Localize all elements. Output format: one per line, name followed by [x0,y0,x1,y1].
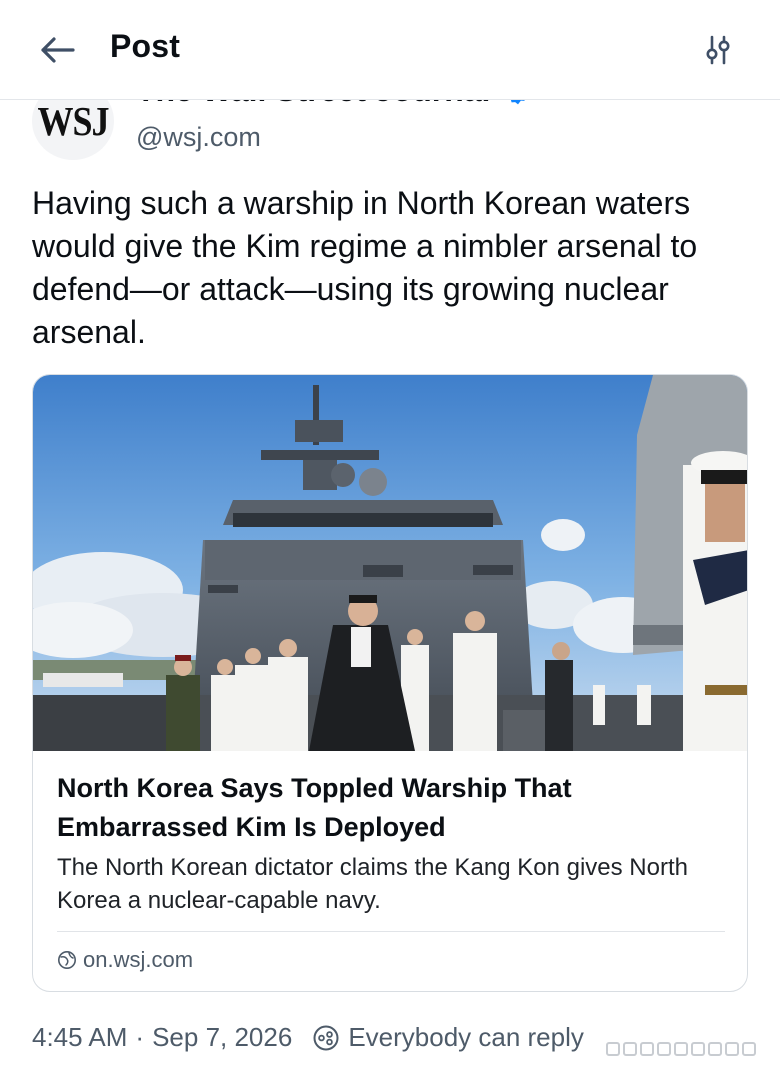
post-time: 4:45 AM [32,1022,128,1052]
sliders-icon [706,35,730,65]
author-handle[interactable]: @wsj.com [136,122,261,153]
post-date: Sep 7, 2026 [152,1022,293,1052]
avatar-logo-text: WSJ [37,98,109,144]
card-thumbnail-image[interactable] [33,375,747,751]
card-divider [57,931,725,932]
card-domain: on.wsj.com [83,947,194,972]
page-title: Post [110,28,181,64]
link-preview-card[interactable]: North Korea Says Toppled Warship That Em… [32,374,748,992]
reply-setting[interactable]: Everybody can reply [312,1022,584,1053]
back-button[interactable] [34,30,80,70]
top-bar: Post [0,0,780,100]
post-meta: 4:45 AM · Sep 7, 2026 Everybody can repl… [32,1022,584,1053]
card-headline[interactable]: North Korea Says Toppled Warship That Em… [57,769,727,847]
arrow-left-icon [41,37,75,63]
reply-setting-label: Everybody can reply [348,1022,584,1052]
card-description: The North Korean dictator claims the Kan… [57,854,688,914]
meta-separator: · [135,1022,145,1052]
card-source-link[interactable]: on.wsj.com [57,947,193,973]
watermark-strip [606,1042,776,1068]
globe-icon [58,951,76,969]
warship-photo [33,375,747,751]
reply-settings-icon [313,1025,339,1050]
filter-button[interactable] [698,30,738,70]
post-body-text: Having such a warship in North Korean wa… [32,185,698,350]
